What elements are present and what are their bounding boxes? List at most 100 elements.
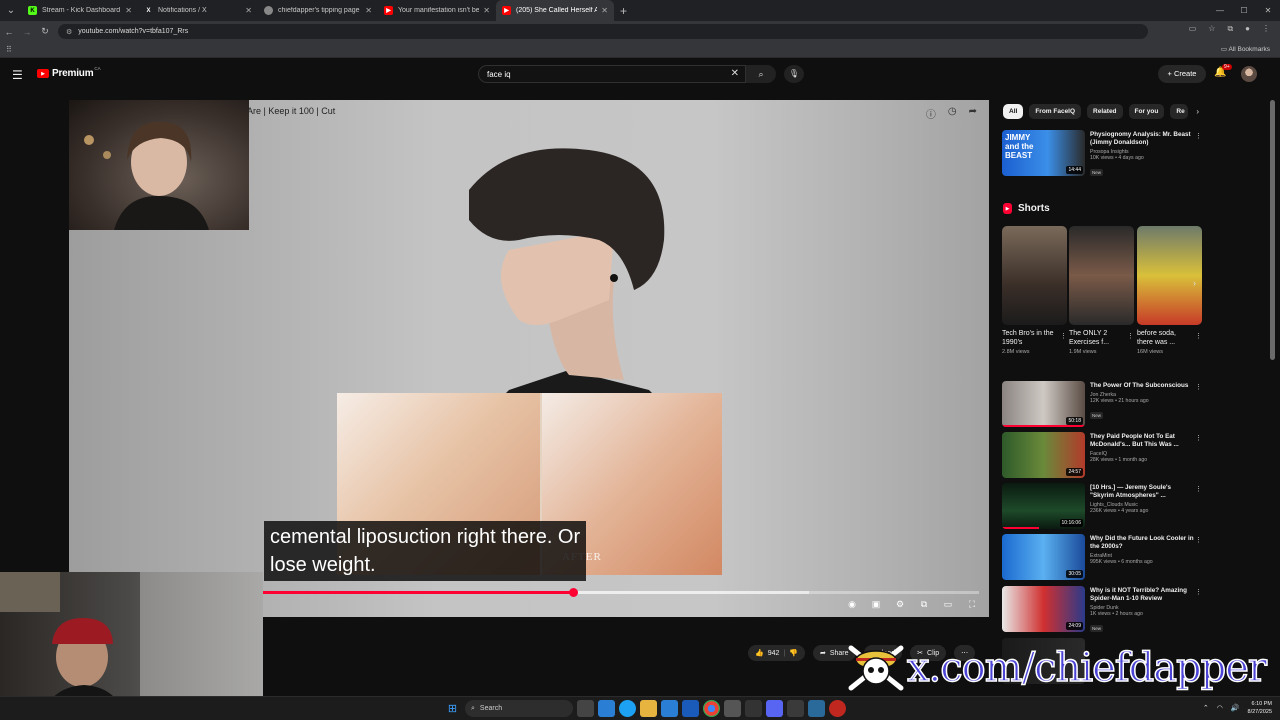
all-bookmarks[interactable]: ▭ All Bookmarks	[1221, 45, 1270, 53]
share-arrow-icon[interactable]: ➦	[969, 106, 977, 121]
app-icon[interactable]	[808, 700, 825, 717]
volume-icon[interactable]: 🔊	[1231, 704, 1240, 712]
new-tab-button[interactable]: +	[620, 4, 627, 18]
more-options-icon[interactable]: ⋮	[1195, 434, 1202, 442]
chip-recently-uploaded[interactable]: Re	[1170, 104, 1189, 119]
more-options-icon[interactable]: ⋮	[1195, 332, 1202, 340]
profile-icon[interactable]: ●	[1245, 24, 1250, 34]
apps-icon[interactable]: ⠿	[6, 45, 12, 54]
browser-tab-active[interactable]: ▶ (205) She Called Herself A ✕	[496, 0, 614, 21]
hamburger-menu-icon[interactable]: ☰	[12, 68, 23, 82]
recommended-video[interactable]: 24:57 They Paid People Not To Eat McDona…	[1002, 432, 1202, 482]
more-options-icon[interactable]: ⋮	[1195, 536, 1202, 544]
close-icon[interactable]: ✕	[125, 6, 132, 15]
search-button[interactable]: ⌕	[746, 65, 776, 83]
watermark-text: x.com/chiefdapper	[906, 644, 1268, 692]
subtitles-icon[interactable]: ▣	[869, 599, 883, 610]
menu-icon[interactable]: ⋮	[1262, 24, 1270, 34]
more-options-icon[interactable]: ⋮	[1195, 132, 1202, 140]
scrubber-handle[interactable]	[569, 588, 579, 597]
maximize-icon[interactable]: ☐	[1232, 6, 1256, 15]
obs-icon[interactable]	[829, 700, 846, 717]
premiere-icon[interactable]	[682, 700, 699, 717]
address-bar-row: ← → ↻ ⚙ youtube.com/watch?v=tbfa107_Rrs …	[0, 21, 1280, 42]
chip-for-you[interactable]: For you	[1128, 104, 1165, 119]
account-avatar[interactable]	[1241, 66, 1257, 82]
extensions-icon[interactable]: ⧉	[1227, 24, 1233, 34]
discord-icon[interactable]	[766, 700, 783, 717]
tab-search-icon[interactable]: ⌄	[0, 0, 22, 21]
browser-tab[interactable]: chiefdapper's tipping page ✕	[258, 0, 378, 21]
shorts-next-arrow-icon[interactable]: ›	[1193, 278, 1196, 288]
recommended-video[interactable]: 30:05 Why Did the Future Look Cooler in …	[1002, 534, 1202, 584]
recommended-video[interactable]: 24:09 Why is it NOT Terrible? Amazing Sp…	[1002, 586, 1202, 636]
app-icon[interactable]	[745, 700, 762, 717]
short-thumbnail	[1002, 226, 1067, 325]
autoplay-toggle-icon[interactable]: ◉	[845, 599, 859, 610]
wifi-icon[interactable]: ◠	[1217, 704, 1223, 712]
streamer-webcam-top	[69, 100, 249, 230]
browser-tab[interactable]: K Stream - Kick Dashboard ✕	[22, 0, 138, 21]
file-explorer-icon[interactable]	[640, 700, 657, 717]
windows-start-icon[interactable]: ⊞	[444, 700, 461, 717]
thumbs-up-icon: 👍	[755, 650, 764, 657]
chevron-right-icon[interactable]: ›	[1196, 107, 1199, 116]
cast-icon[interactable]: ▭	[1189, 24, 1197, 34]
info-icon[interactable]: ⓘ	[926, 106, 936, 121]
recommended-video[interactable]: 10:16:06 [10 Hrs.] — Jeremy Soule's "Sky…	[1002, 483, 1202, 533]
taskbar-search[interactable]: ⌕ Search	[465, 700, 573, 717]
close-icon[interactable]: ✕	[245, 6, 252, 15]
close-icon[interactable]: ✕	[601, 6, 608, 15]
miniplayer-icon[interactable]: ⧉	[917, 599, 931, 610]
notepad-icon[interactable]	[724, 700, 741, 717]
widgets-icon[interactable]	[598, 700, 615, 717]
browser-tab[interactable]: ▶ Your manifestation isn't being ✕	[378, 0, 496, 21]
more-options-icon[interactable]: ⋮	[1195, 383, 1202, 391]
more-options-icon[interactable]: ⋮	[1060, 332, 1067, 340]
thumbs-down-icon[interactable]: 👎	[789, 649, 798, 657]
chrome-icon[interactable]	[703, 700, 720, 717]
short-item[interactable]: The ONLY 2 Exercises f... 1.9M views ⋮	[1069, 226, 1134, 355]
microphone-icon[interactable]: 🎙	[784, 65, 804, 83]
more-options-icon[interactable]: ⋮	[1195, 588, 1202, 596]
theater-mode-icon[interactable]: ▭	[941, 599, 955, 610]
url-field[interactable]: ⚙ youtube.com/watch?v=tbfa107_Rrs	[58, 24, 1148, 39]
store-icon[interactable]	[661, 700, 678, 717]
recommended-video[interactable]: JIMMY and the BEAST 14:44 Physiognomy An…	[1002, 130, 1202, 180]
video-title: [10 Hrs.] — Jeremy Soule's "Skyrim Atmos…	[1090, 484, 1171, 499]
short-item[interactable]: before soda, there was ... 16M views ⋮	[1137, 226, 1202, 355]
more-options-icon[interactable]: ⋮	[1127, 332, 1134, 340]
edge-icon[interactable]	[619, 700, 636, 717]
chip-all[interactable]: All	[1003, 104, 1024, 119]
system-clock[interactable]: 6:10 PM 8/27/2025	[1248, 700, 1272, 716]
chip-related[interactable]: Related	[1087, 104, 1123, 119]
settings-gear-icon[interactable]: ⚙	[893, 599, 907, 610]
more-options-icon[interactable]: ⋮	[1195, 485, 1202, 493]
tray-overflow-icon[interactable]: ⌃	[1203, 704, 1209, 712]
fullscreen-icon[interactable]: ⛶	[965, 599, 979, 610]
site-info-icon[interactable]: ⚙	[66, 28, 72, 36]
back-icon[interactable]: ←	[0, 27, 18, 37]
video-progress-bar[interactable]	[263, 588, 979, 597]
watch-later-icon[interactable]: ◷	[948, 106, 957, 121]
task-view-icon[interactable]	[577, 700, 594, 717]
recommended-video[interactable]: 50:18 The Power Of The Subconscious Jon …	[1002, 381, 1202, 431]
search-input[interactable]: face iq ✕	[478, 65, 746, 83]
close-window-icon[interactable]: ✕	[1256, 6, 1280, 15]
app-icon[interactable]	[787, 700, 804, 717]
short-item[interactable]: Tech Bro's in the 1990's 2.8M views ⋮	[1002, 226, 1067, 355]
forward-icon[interactable]: →	[18, 27, 36, 37]
bookmark-star-icon[interactable]: ☆	[1208, 24, 1215, 34]
close-icon[interactable]: ✕	[483, 6, 490, 15]
clear-search-icon[interactable]: ✕	[731, 68, 739, 79]
create-button[interactable]: + Create	[1158, 65, 1206, 83]
like-button[interactable]: 👍 942 | 👎	[748, 645, 805, 661]
sidebar-scrollbar[interactable]	[1270, 100, 1275, 360]
chip-from-faceiq[interactable]: From FaceIQ	[1029, 104, 1082, 119]
tab-title: chiefdapper's tipping page	[278, 7, 360, 14]
close-icon[interactable]: ✕	[365, 6, 372, 15]
minimize-icon[interactable]: —	[1208, 6, 1232, 15]
reload-icon[interactable]: ↻	[36, 26, 54, 37]
youtube-logo[interactable]: ▶ Premium CA	[37, 66, 101, 79]
browser-tab[interactable]: X Notifications / X ✕	[138, 0, 258, 21]
